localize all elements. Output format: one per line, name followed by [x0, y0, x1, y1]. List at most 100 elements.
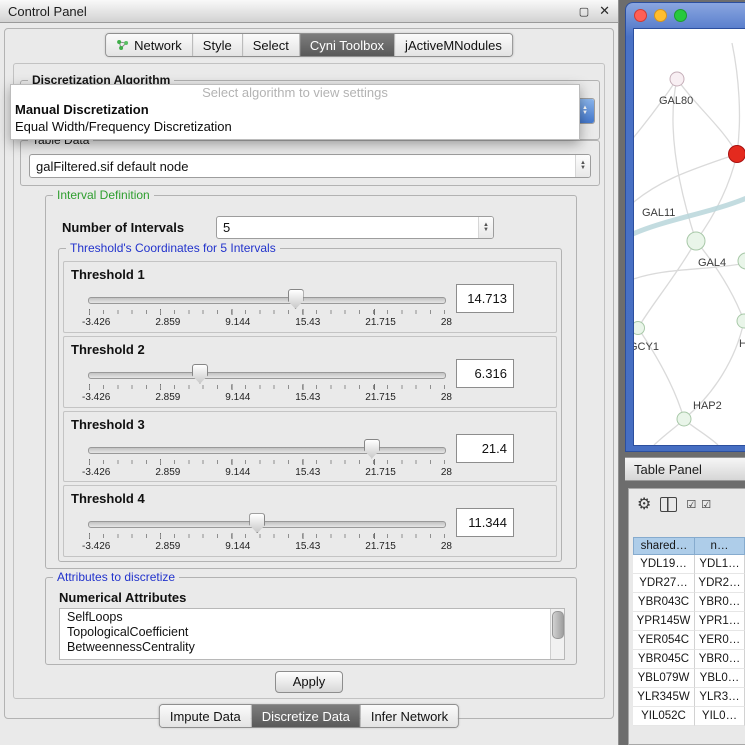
control-panel-titlebar[interactable]: Control Panel ▢ ✕: [0, 0, 618, 23]
node[interactable]: [737, 314, 745, 328]
application-desktop: Control Panel ▢ ✕ Network Style: [0, 0, 745, 745]
tab-network[interactable]: Network: [106, 34, 192, 56]
threshold-value-field[interactable]: 11.344: [456, 508, 514, 537]
scrollbar-thumb[interactable]: [552, 611, 564, 639]
tab-infer-network[interactable]: Infer Network: [360, 705, 458, 727]
table-cell[interactable]: YDR2…: [695, 574, 745, 593]
popup-item-manual[interactable]: Manual Discretization: [11, 101, 579, 118]
table-row[interactable]: YIL052CYIL0…: [633, 707, 745, 726]
node-gal4[interactable]: [687, 232, 705, 250]
table-row[interactable]: YBL079WYBL0…: [633, 669, 745, 688]
slider-track[interactable]: [88, 297, 446, 304]
zoom-traffic-icon[interactable]: [674, 9, 687, 22]
tab-cyni-toolbox[interactable]: Cyni Toolbox: [299, 34, 394, 56]
slider-thumb[interactable]: [249, 513, 265, 533]
columns-icon[interactable]: [660, 497, 677, 512]
table-row[interactable]: YPR145WYPR1…: [633, 612, 745, 631]
slider-thumb[interactable]: [288, 289, 304, 309]
threshold-slider[interactable]: -3.4262.8599.14415.4321.71528: [88, 288, 446, 330]
table-cell[interactable]: YBR0…: [695, 593, 745, 612]
slider-track[interactable]: [88, 447, 446, 454]
node-gcy1[interactable]: [634, 322, 645, 335]
number-of-intervals-label: Number of Intervals: [62, 220, 184, 235]
scale-label: 2.859: [155, 467, 180, 478]
node-label-partial: H: [739, 338, 745, 350]
threshold-value-field[interactable]: 21.4: [456, 434, 514, 463]
table-row[interactable]: YBR043CYBR0…: [633, 593, 745, 612]
slider-track[interactable]: [88, 372, 446, 379]
table-cell[interactable]: YBR043C: [633, 593, 695, 612]
slider-thumb[interactable]: [364, 439, 380, 459]
table-cell[interactable]: YIL0…: [695, 707, 745, 726]
scale-label: 28: [441, 392, 452, 403]
table-cell[interactable]: YDL1…: [695, 555, 745, 574]
popup-hint: Select algorithm to view settings: [11, 85, 579, 101]
table-cell[interactable]: YDL19…: [633, 555, 695, 574]
numerical-attributes-list[interactable]: SelfLoopsTopologicalCoefficientBetweenne…: [59, 608, 565, 660]
node-selected-red[interactable]: [729, 146, 745, 163]
scale-label: 28: [441, 541, 452, 552]
network-view-window[interactable]: GAL80 GAL11 GAL4 GCY1 HAP2 H: [625, 2, 745, 452]
table-cell[interactable]: YBL0…: [695, 669, 745, 688]
attribute-list-item[interactable]: TopologicalCoefficient: [67, 625, 550, 640]
select-columns-icon[interactable]: ☑ ☑: [686, 498, 712, 511]
tab-impute-data[interactable]: Impute Data: [160, 705, 251, 727]
combo-stepper-icon[interactable]: ▲ ▼: [575, 155, 590, 177]
attribute-list-item[interactable]: BetweennessCentrality: [67, 640, 550, 655]
table-cell[interactable]: YPR1…: [695, 612, 745, 631]
table-row[interactable]: YLR345WYLR3…: [633, 688, 745, 707]
threshold-value-field[interactable]: 14.713: [456, 284, 514, 313]
control-panel-window: Control Panel ▢ ✕ Network Style: [0, 0, 619, 745]
table-cell[interactable]: YBR045C: [633, 650, 695, 669]
combo-value: galFiltered.sif default node: [30, 159, 575, 174]
table-cell[interactable]: YDR27…: [633, 574, 695, 593]
table-row[interactable]: YER054CYER0…: [633, 631, 745, 650]
table-row[interactable]: YDR27…YDR2…: [633, 574, 745, 593]
minimize-traffic-icon[interactable]: [654, 9, 667, 22]
table-cell[interactable]: YER0…: [695, 631, 745, 650]
slider-thumb[interactable]: [192, 364, 208, 384]
tab-select[interactable]: Select: [242, 34, 299, 56]
float-window-icon[interactable]: ▢: [579, 5, 589, 18]
list-scrollbar[interactable]: [550, 609, 564, 659]
tab-style[interactable]: Style: [192, 34, 242, 56]
tab-discretize-data[interactable]: Discretize Data: [251, 705, 360, 727]
node-hap2[interactable]: [677, 412, 691, 426]
column-header-name[interactable]: n…: [695, 537, 745, 555]
threshold-slider[interactable]: -3.4262.8599.14415.4321.71528: [88, 512, 446, 554]
node[interactable]: [738, 253, 745, 269]
threshold-value-field[interactable]: 6.316: [456, 359, 514, 388]
table-cell[interactable]: YPR145W: [633, 612, 695, 631]
network-icon: [116, 39, 129, 51]
table-cell[interactable]: YLR345W: [633, 688, 695, 707]
combo-stepper-icon[interactable]: ▲ ▼: [478, 217, 493, 238]
slider-track[interactable]: [88, 521, 446, 528]
stepper-down-icon: ▼: [483, 228, 489, 233]
table-cell[interactable]: YLR3…: [695, 688, 745, 707]
threshold-label: Threshold 4: [71, 491, 145, 506]
attributes-group: Attributes to discretize Numerical Attri…: [45, 577, 577, 665]
network-canvas[interactable]: GAL80 GAL11 GAL4 GCY1 HAP2 H: [633, 28, 745, 446]
tab-jactivemnodules[interactable]: jActiveMNodules: [394, 34, 512, 56]
table-row[interactable]: YDL19…YDL1…: [633, 555, 745, 574]
threshold-slider[interactable]: -3.4262.8599.14415.4321.71528: [88, 363, 446, 405]
node-gal80[interactable]: [670, 72, 684, 86]
column-header-shared[interactable]: shared…: [633, 537, 695, 555]
apply-button[interactable]: Apply: [275, 671, 343, 693]
close-traffic-icon[interactable]: [634, 9, 647, 22]
gear-icon[interactable]: ⚙: [637, 494, 651, 514]
table-cell[interactable]: YBL079W: [633, 669, 695, 688]
threshold-slider[interactable]: -3.4262.8599.14415.4321.71528: [88, 438, 446, 480]
table-panel-titlebar[interactable]: Table Panel: [625, 457, 745, 481]
attribute-list-item[interactable]: SelfLoops: [67, 610, 550, 625]
table-cell[interactable]: YBR0…: [695, 650, 745, 669]
close-icon[interactable]: ✕: [599, 3, 610, 19]
table-cell[interactable]: YIL052C: [633, 707, 695, 726]
table-data-combo[interactable]: galFiltered.sif default node ▲ ▼: [29, 154, 591, 178]
number-of-intervals-combo[interactable]: 5 ▲ ▼: [216, 216, 494, 239]
table-cell[interactable]: YER054C: [633, 631, 695, 650]
table-row[interactable]: YBR045CYBR0…: [633, 650, 745, 669]
tab-label: Infer Network: [371, 709, 448, 724]
popup-item-equal-width[interactable]: Equal Width/Frequency Discretization: [11, 118, 579, 135]
tab-label: Impute Data: [170, 709, 241, 724]
